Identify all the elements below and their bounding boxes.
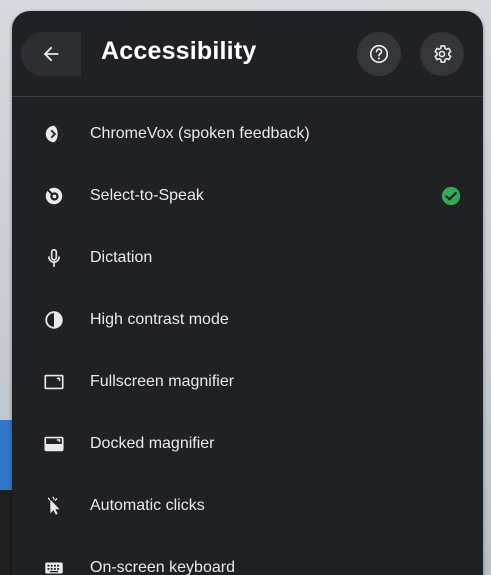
feature-label: ChromeVox (spoken feedback) <box>90 125 310 142</box>
feature-label: Select-to-Speak <box>90 187 204 204</box>
feature-row-select-to-speak[interactable]: Select-to-Speak <box>12 165 483 227</box>
contrast-icon <box>42 308 66 332</box>
feature-row-automatic-clicks[interactable]: Automatic clicks <box>12 475 483 537</box>
arrow-back-icon <box>40 43 62 65</box>
feature-row-chromevox[interactable]: ChromeVox (spoken feedback) <box>12 103 483 165</box>
feature-row-on-screen-keyboard[interactable]: On-screen keyboard <box>12 537 483 575</box>
keyboard-icon <box>42 556 66 575</box>
feature-label: High contrast mode <box>90 311 229 328</box>
feature-label: Fullscreen magnifier <box>90 373 235 390</box>
fullscreen-magnifier-icon <box>42 370 66 394</box>
feature-label: Automatic clicks <box>90 497 205 514</box>
feature-row-high-contrast[interactable]: High contrast mode <box>12 289 483 351</box>
panel-header: Accessibility <box>12 11 483 97</box>
select-to-speak-icon <box>42 184 66 208</box>
feature-label: Dictation <box>90 249 153 266</box>
feature-label: On-screen keyboard <box>90 559 235 575</box>
chromevox-icon <box>42 122 66 146</box>
help-button[interactable] <box>357 32 401 76</box>
accessibility-feature-list: ChromeVox (spoken feedback) Select-to-Sp… <box>12 103 483 575</box>
auto-click-icon <box>42 494 66 518</box>
feature-row-fullscreen-magnifier[interactable]: Fullscreen magnifier <box>12 351 483 413</box>
feature-label: Docked magnifier <box>90 435 215 452</box>
accessibility-quick-settings-panel: Accessibility ChromeVox (spoken feedback… <box>12 11 483 575</box>
desktop-background: Accessibility ChromeVox (spoken feedback… <box>0 0 491 575</box>
docked-magnifier-icon <box>42 432 66 456</box>
gear-icon <box>431 43 453 65</box>
microphone-icon <box>42 246 66 270</box>
help-circle-icon <box>368 43 390 65</box>
page-title: Accessibility <box>101 37 257 65</box>
checkmark-circle-icon <box>441 186 461 206</box>
back-button[interactable] <box>21 32 81 76</box>
settings-button[interactable] <box>420 32 464 76</box>
feature-row-dictation[interactable]: Dictation <box>12 227 483 289</box>
feature-row-docked-magnifier[interactable]: Docked magnifier <box>12 413 483 475</box>
